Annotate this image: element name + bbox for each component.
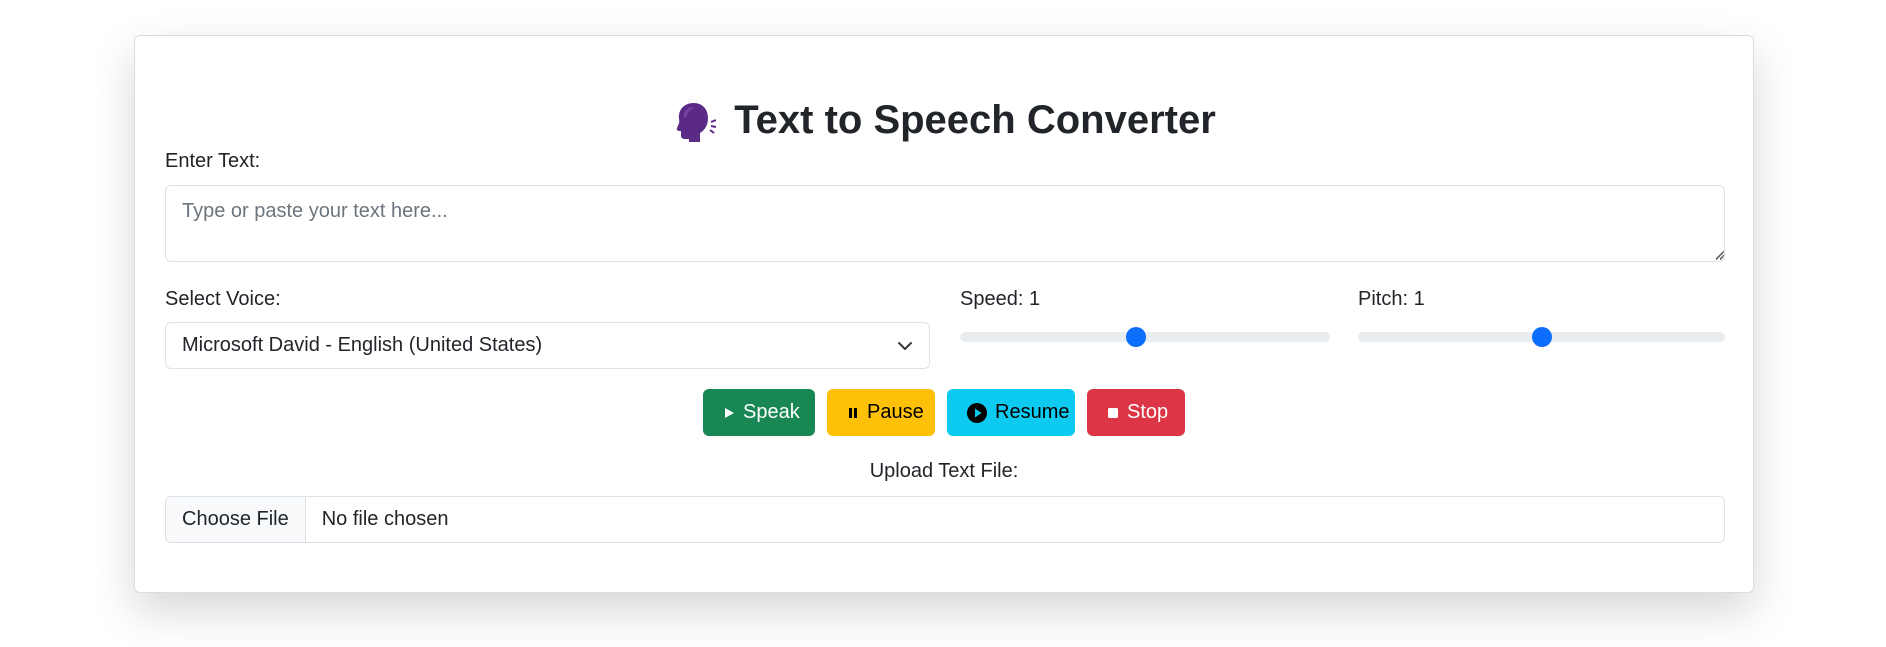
text-input-label: Enter Text: — [165, 150, 261, 172]
page-header: Text to Speech Converter — [135, 98, 1753, 143]
speak-button-label: Speak — [743, 401, 800, 423]
voice-select[interactable]: Microsoft David - English (United States… — [165, 322, 930, 369]
speaking-head-icon — [676, 102, 717, 142]
text-input[interactable] — [165, 185, 1725, 262]
resume-button-label: Resume — [995, 401, 1070, 423]
choose-file-button[interactable]: Choose File — [166, 497, 306, 542]
voice-select-label: Select Voice: — [165, 288, 281, 310]
stop-button[interactable]: Stop — [1087, 389, 1185, 436]
chevron-down-icon — [898, 341, 912, 350]
pause-button[interactable]: Pause — [827, 389, 935, 436]
pitch-label: Pitch: 1 — [1358, 288, 1425, 310]
converter-card: Text to Speech Converter Enter Text: Sel… — [134, 35, 1754, 593]
speed-slider[interactable] — [960, 327, 1330, 347]
page-title: Text to Speech Converter — [734, 98, 1216, 142]
pause-button-label: Pause — [867, 401, 924, 423]
resize-handle-icon[interactable] — [1714, 249, 1724, 259]
playback-controls: Speak Pause Resume Stop — [135, 389, 1753, 436]
voice-select-value: Microsoft David - English (United States… — [182, 334, 543, 356]
speed-slider-thumb[interactable] — [1125, 327, 1146, 347]
stop-icon — [1107, 407, 1119, 419]
resume-button[interactable]: Resume — [947, 389, 1075, 436]
file-name-status: No file chosen — [321, 508, 449, 530]
speed-label: Speed: 1 — [960, 288, 1041, 310]
pause-icon — [847, 407, 859, 419]
file-upload-input[interactable]: Choose File No file chosen — [165, 496, 1725, 543]
pitch-slider-thumb[interactable] — [1531, 327, 1552, 347]
play-icon — [723, 407, 735, 419]
stop-button-label: Stop — [1127, 401, 1169, 423]
play-circle-icon — [967, 402, 987, 423]
pitch-slider[interactable] — [1358, 327, 1725, 347]
speak-button[interactable]: Speak — [703, 389, 815, 436]
upload-label: Upload Text File: — [869, 460, 1019, 482]
